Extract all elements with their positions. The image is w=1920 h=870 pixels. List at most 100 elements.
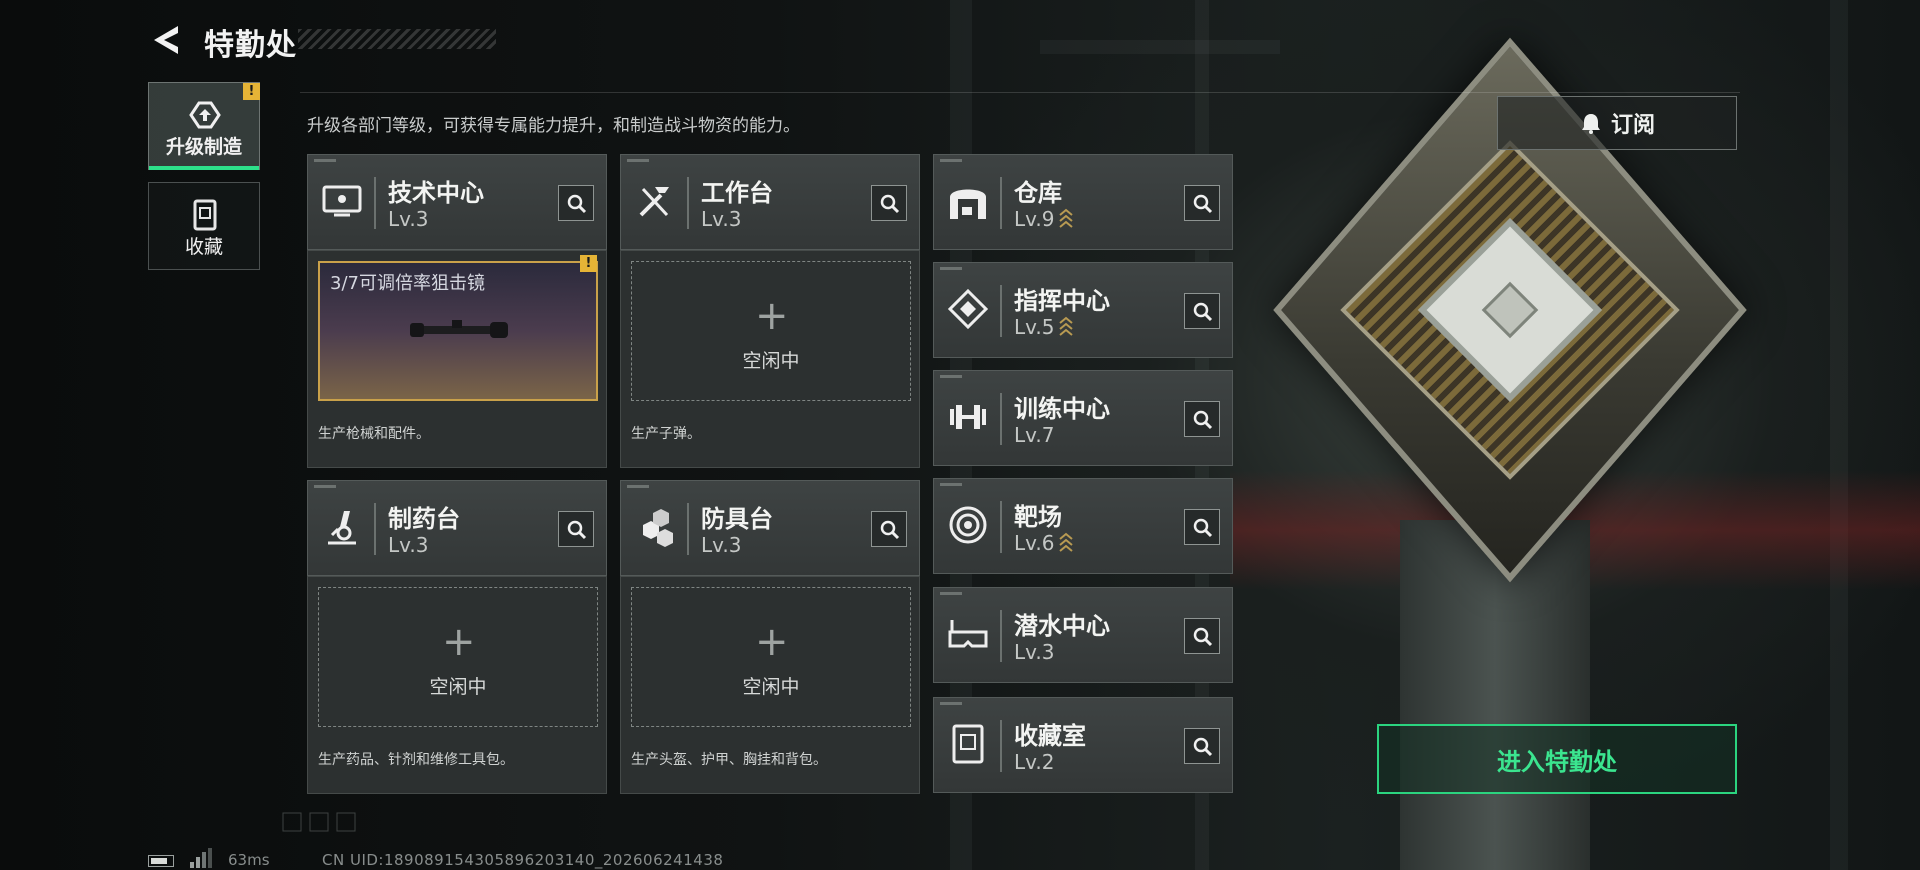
station-name: 技术中心 — [388, 179, 484, 207]
search-button[interactable] — [1184, 185, 1220, 221]
back-button[interactable] — [148, 22, 184, 58]
magnifier-icon — [567, 520, 587, 540]
network-ping: 63ms — [228, 851, 270, 869]
upgrade-available-icon — [1059, 316, 1073, 336]
station-card-pharmacy[interactable]: 制药台 Lv.3 — [307, 480, 607, 576]
tab-label: 收藏 — [184, 236, 223, 258]
magnifier-icon — [1193, 627, 1213, 647]
facility-card-warehouse[interactable]: 仓库 Lv.9 — [933, 154, 1233, 250]
search-button[interactable] — [558, 185, 594, 221]
facility-level: Lv.9 — [1014, 207, 1055, 231]
magnifier-icon — [1193, 518, 1213, 538]
slot-status: 空闲中 — [742, 676, 800, 698]
add-plus-icon: + — [755, 293, 789, 339]
crafting-item-name: 3/7可调倍率狙击镜 — [330, 273, 485, 294]
magnifier-icon — [1193, 302, 1213, 322]
facility-level: Lv.6 — [1014, 531, 1055, 555]
page-subtitle: 升级各部门等级，可获得专属能力提升，和制造战斗物资的能力。 — [307, 116, 800, 136]
station-card-armor[interactable]: 防具台 Lv.3 — [620, 480, 920, 576]
production-slot-empty[interactable]: + 空闲中 — [631, 261, 911, 401]
enter-special-ops-button[interactable]: 进入特勤处 — [1377, 724, 1737, 794]
upgrade-available-icon — [1059, 208, 1073, 228]
production-slot-empty[interactable]: + 空闲中 — [318, 587, 598, 727]
station-description: 生产枪械和配件。 — [318, 426, 430, 442]
search-button[interactable] — [1184, 728, 1220, 764]
tab-collection[interactable]: 收藏 — [148, 182, 260, 270]
facility-name: 靶场 — [1014, 503, 1062, 531]
tab-label: 升级制造 — [165, 136, 242, 158]
facility-name: 收藏室 — [1014, 722, 1086, 750]
facility-card-collection-room[interactable]: 收藏室 Lv.2 — [933, 697, 1233, 793]
search-button[interactable] — [1184, 293, 1220, 329]
search-button[interactable] — [1184, 618, 1220, 654]
facility-name: 潜水中心 — [1014, 612, 1110, 640]
user-uid: CN UID:189089154305896203140_20260624143… — [322, 851, 724, 869]
facility-card-training-center[interactable]: 训练中心 Lv.7 — [933, 370, 1233, 466]
station-level: Lv.3 — [388, 533, 429, 557]
enter-button-label: 进入特勤处 — [1497, 747, 1617, 776]
magnifier-icon — [1193, 194, 1213, 214]
facility-name: 训练中心 — [1014, 395, 1110, 423]
production-slot-filled[interactable]: 3/7可调倍率狙击镜 — [318, 261, 598, 401]
subscribe-button[interactable]: 订阅 — [1497, 96, 1737, 150]
magnifier-icon — [1193, 410, 1213, 430]
station-card-workbench[interactable]: 工作台 Lv.3 — [620, 154, 920, 250]
upgrade-available-icon — [1059, 532, 1073, 552]
workbench-tools-icon — [639, 187, 669, 217]
magnifier-icon — [567, 194, 587, 214]
sniper-scope-item-image — [410, 320, 508, 338]
decorative-markers — [282, 812, 356, 832]
station-description: 生产子弹。 — [631, 426, 701, 442]
back-arrow-icon — [154, 26, 178, 54]
search-button[interactable] — [1184, 509, 1220, 545]
tab-upgrade-craft[interactable]: 升级制造 ! — [148, 82, 260, 170]
facility-name: 仓库 — [1014, 179, 1062, 207]
magnifier-icon — [880, 520, 900, 540]
station-card-tech-center[interactable]: 技术中心 Lv.3 — [307, 154, 607, 250]
station-name: 工作台 — [701, 179, 773, 207]
page-title: 特勤处 — [204, 28, 297, 63]
alert-badge: ! — [243, 83, 260, 100]
subscribe-bell-icon — [1581, 114, 1600, 134]
cube-pedestal — [1400, 520, 1590, 870]
subscribe-label: 订阅 — [1610, 113, 1655, 138]
add-plus-icon: + — [755, 619, 789, 665]
facility-level: Lv.3 — [1014, 640, 1055, 664]
magnifier-icon — [1193, 737, 1213, 757]
facility-card-target-range[interactable]: 靶场 Lv.6 — [933, 478, 1233, 574]
station-level: Lv.3 — [701, 533, 742, 557]
production-slot-empty[interactable]: + 空闲中 — [631, 587, 911, 727]
production-panel-pharmacy: + 空闲中 生产药品、针剂和维修工具包。 — [307, 576, 607, 794]
dumbbell-icon — [950, 405, 986, 429]
signal-strength-icon — [190, 848, 212, 868]
station-description: 生产药品、针剂和维修工具包。 — [318, 752, 514, 768]
add-plus-icon: + — [442, 619, 476, 665]
station-name: 制药台 — [388, 505, 460, 533]
station-level: Lv.3 — [388, 207, 429, 231]
command-center-icon — [947, 288, 989, 330]
armor-bench-icon — [643, 509, 673, 547]
facility-level: Lv.7 — [1014, 423, 1055, 447]
production-panel-armor: + 空闲中 生产头盔、护甲、胸挂和背包。 — [620, 576, 920, 794]
alert-badge: ! — [580, 255, 597, 272]
search-button[interactable] — [1184, 401, 1220, 437]
upgrade-craft-icon — [189, 101, 221, 129]
facility-level: Lv.2 — [1014, 750, 1055, 774]
facility-name: 指挥中心 — [1014, 287, 1110, 315]
battery-icon — [148, 855, 174, 867]
target-range-icon — [949, 506, 987, 544]
production-panel-tech-center: 3/7可调倍率狙击镜 ! 生产枪械和配件。 — [307, 250, 607, 468]
tech-center-icon — [322, 185, 362, 217]
facility-card-diving-center[interactable]: 潜水中心 Lv.3 — [933, 587, 1233, 683]
facility-card-command-center[interactable]: 指挥中心 Lv.5 — [933, 262, 1233, 358]
search-button[interactable] — [558, 511, 594, 547]
search-button[interactable] — [871, 511, 907, 547]
collection-room-icon — [952, 724, 984, 764]
station-level: Lv.3 — [701, 207, 742, 231]
pharmacy-microscope-icon — [328, 511, 356, 545]
header-divider — [300, 92, 1740, 93]
collection-icon — [193, 199, 217, 231]
production-panel-workbench: + 空闲中 生产子弹。 — [620, 250, 920, 468]
magnifier-icon — [880, 194, 900, 214]
search-button[interactable] — [871, 185, 907, 221]
